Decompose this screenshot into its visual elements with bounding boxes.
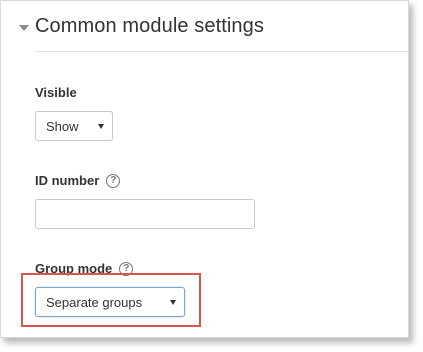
- collapse-triangle-icon[interactable]: [19, 24, 29, 31]
- visible-select-value: Show: [46, 118, 79, 134]
- chevron-down-icon: [98, 124, 104, 129]
- visible-select[interactable]: Show: [35, 111, 113, 141]
- id-number-label: ID number ?: [35, 173, 121, 188]
- help-icon[interactable]: ?: [106, 173, 121, 188]
- id-number-label-text: ID number: [35, 173, 100, 188]
- id-number-input[interactable]: [35, 199, 255, 229]
- visible-label-text: Visible: [35, 85, 77, 100]
- section-header[interactable]: Common module settings: [19, 15, 264, 38]
- section-title: Common module settings: [35, 15, 264, 37]
- group-mode-select[interactable]: Separate groups: [35, 287, 185, 317]
- settings-panel: Common module settings Visible Show ID n…: [0, 0, 409, 338]
- section-divider: [35, 51, 408, 52]
- group-mode-select-value: Separate groups: [46, 294, 143, 310]
- chevron-down-icon: [170, 300, 176, 305]
- visible-label: Visible: [35, 85, 77, 100]
